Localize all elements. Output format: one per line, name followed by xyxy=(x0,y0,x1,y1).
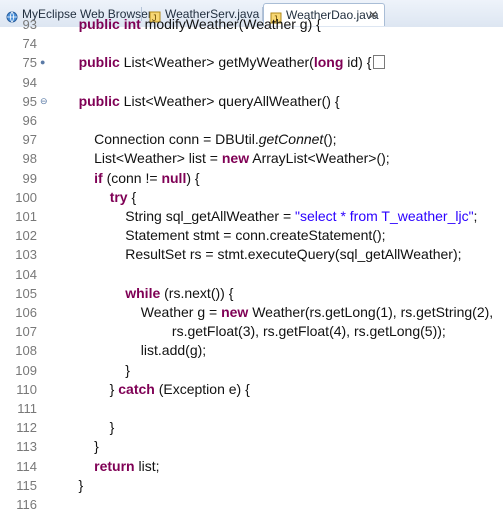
code-line: 110 } catch (Exception e) { xyxy=(0,380,503,399)
code-text: } xyxy=(63,438,99,455)
line-number: 106 xyxy=(15,305,37,320)
code-text: Connection conn = DBUtil.getConnet(); xyxy=(63,131,337,148)
code-line: 96 xyxy=(0,111,503,130)
code-text: } xyxy=(63,476,84,493)
code-text: Weather g = new Weather(rs.getLong(1), r… xyxy=(63,304,494,320)
code-line: 104 xyxy=(0,265,503,284)
code-text: if (conn != null) { xyxy=(94,169,200,186)
code-line: 116 xyxy=(0,495,503,514)
code-line: 115 } xyxy=(0,476,503,495)
line-number: 115 xyxy=(16,477,37,493)
code-line: 107 rs.getFloat(3), rs.getFloat(4), rs.g… xyxy=(0,322,503,341)
line-number: 114 xyxy=(16,458,37,474)
code-text: while (rs.next()) { xyxy=(125,284,234,301)
collapsed-block-icon[interactable] xyxy=(373,55,386,70)
line-number: 108 xyxy=(15,343,37,359)
line-number: 105 xyxy=(15,285,37,301)
code-line: 109 } xyxy=(0,361,503,380)
line-number: 100 xyxy=(15,189,37,205)
code-text: Statement stmt = conn.createStatement(); xyxy=(63,227,386,244)
code-text: public List<Weather> queryAllWeather() { xyxy=(78,92,340,109)
code-editor[interactable]: 93 public int modifyWeather(Weather g) {… xyxy=(0,16,503,512)
code-text: ResultSet rs = stmt.executeQuery(sql_get… xyxy=(63,246,462,263)
code-line: 106 Weather g = new Weather(rs.getLong(1… xyxy=(0,303,503,322)
line-number: 98 xyxy=(22,151,37,167)
code-line: 105 while (rs.next()) { xyxy=(0,284,503,303)
code-line: 98 List<Weather> list = new ArrayList<We… xyxy=(0,149,503,168)
line-number: 94 xyxy=(22,74,37,90)
line-number: 107 xyxy=(15,324,37,340)
line-number: 113 xyxy=(16,439,37,455)
code-text: } xyxy=(63,419,115,436)
line-number: 96 xyxy=(22,113,37,128)
code-line: 93 public int modifyWeather(Weather g) { xyxy=(0,15,503,34)
line-number: 75 xyxy=(22,55,37,71)
code-text: } xyxy=(63,361,130,378)
line-number: 95 xyxy=(22,93,37,109)
line-number: 111 xyxy=(17,401,37,416)
fold-toggle-icon[interactable]: ⊖ xyxy=(40,92,48,111)
line-number: 101 xyxy=(15,209,37,224)
line-number: 110 xyxy=(16,381,37,397)
code-line: 74 xyxy=(0,34,503,53)
code-text: rs.getFloat(3), rs.getFloat(4), rs.getLo… xyxy=(63,323,446,340)
code-line: 111 xyxy=(0,399,503,418)
code-text: list.add(g); xyxy=(63,342,207,359)
code-line: 113 } xyxy=(0,437,503,456)
code-line: 99 if (conn != null) { xyxy=(0,169,503,188)
override-marker-icon[interactable]: ● xyxy=(40,53,45,72)
line-number: 93 xyxy=(22,17,37,32)
code-text: return list; xyxy=(94,457,160,474)
code-line: 94 xyxy=(0,73,503,92)
line-number: 99 xyxy=(22,170,37,186)
code-line: 97 Connection conn = DBUtil.getConnet(); xyxy=(0,130,503,149)
code-line: 102 Statement stmt = conn.createStatemen… xyxy=(0,226,503,245)
line-number: 112 xyxy=(16,420,37,436)
code-line: 95 ⊖ public List<Weather> queryAllWeather… xyxy=(0,92,503,111)
line-number: 74 xyxy=(22,36,37,52)
code-line: 100 try { xyxy=(0,188,503,207)
line-number: 103 xyxy=(15,247,37,263)
line-number: 109 xyxy=(15,362,37,378)
code-line: 108 list.add(g); xyxy=(0,341,503,360)
code-line: 114 return list; xyxy=(0,457,503,476)
code-line: 101 String sql_getAllWeather = "select *… xyxy=(0,207,503,226)
line-number: 104 xyxy=(15,266,37,282)
code-line: 75 ● public List<Weather> getMyWeather(lo… xyxy=(0,53,503,72)
code-text: String sql_getAllWeather = "select * fro… xyxy=(63,208,478,224)
line-number: 116 xyxy=(16,497,37,512)
code-text: public List<Weather> getMyWeather(long i… xyxy=(63,53,386,72)
code-text: } catch (Exception e) { xyxy=(63,380,250,397)
line-number: 97 xyxy=(22,132,37,148)
code-text: try { xyxy=(109,188,137,205)
code-line: 103 ResultSet rs = stmt.executeQuery(sql… xyxy=(0,245,503,264)
code-text: public int modifyWeather(Weather g) { xyxy=(78,16,321,32)
code-text: List<Weather> list = new ArrayList<Weath… xyxy=(63,150,390,167)
line-number: 102 xyxy=(15,228,37,244)
code-line: 112 } xyxy=(0,418,503,437)
